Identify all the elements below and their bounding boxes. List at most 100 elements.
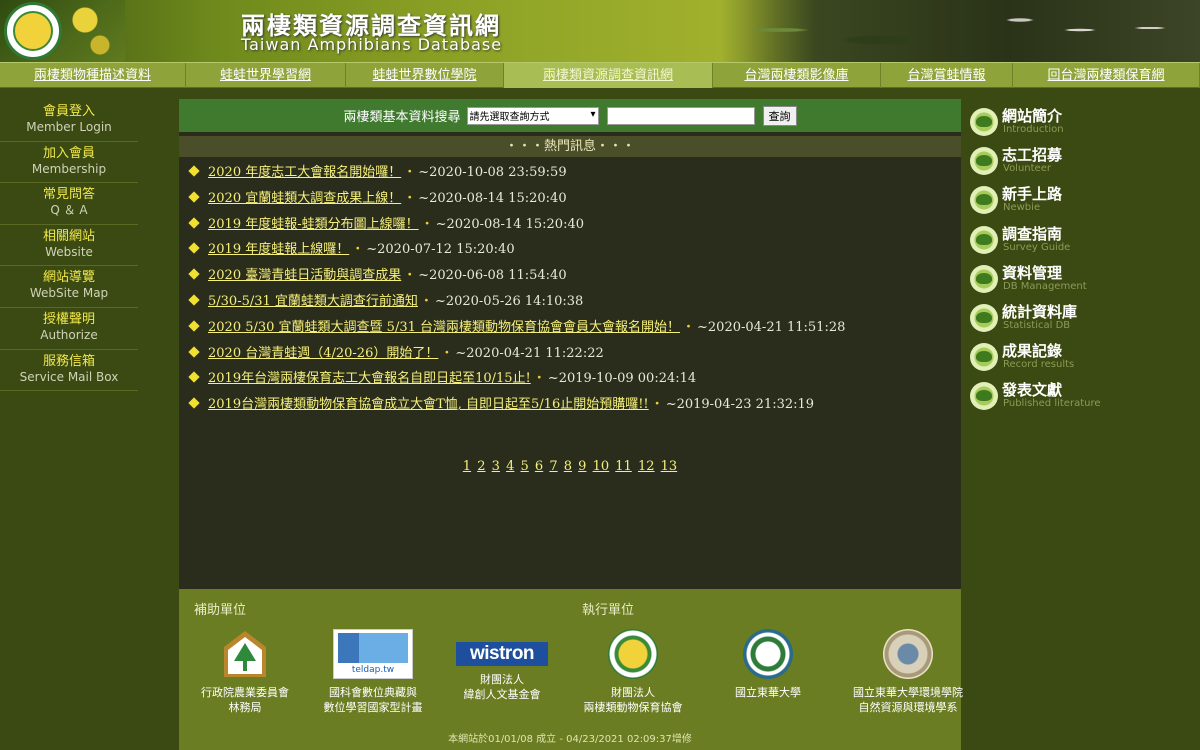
nav-link[interactable]: 蛙蛙世界學習網	[186, 63, 346, 88]
org-item[interactable]: 財團法人 兩棲類動物保育協會	[573, 629, 693, 715]
news-link[interactable]: 2019 年度蛙報上線囉！	[208, 242, 349, 257]
right-menu-item[interactable]: 資料管理 DB Management	[970, 262, 1170, 301]
news-date: ~2019-04-23 21:32:19	[665, 397, 815, 413]
right-menu-item[interactable]: 新手上路 Newbie	[970, 183, 1170, 222]
left-menu-item[interactable]: 網站導覽 WebSite Map	[0, 266, 138, 308]
ndhu-env-logo[interactable]	[883, 629, 933, 679]
teldap-logo[interactable]: teldap.tw	[333, 629, 413, 679]
news-link[interactable]: 2019台灣兩棲類動物保育協會成立大會T恤, 自即日起至5/16止開始預購囉!!	[208, 397, 649, 412]
page-link[interactable]: 13	[661, 459, 678, 474]
news-link[interactable]: 5/30-5/31 宜蘭蛙類大調查行前通知	[208, 294, 418, 309]
left-menu-item[interactable]: 會員登入 Member Login	[0, 100, 138, 142]
news-link[interactable]: 2019 年度蛙報-蛙類分布圖上線囉！	[208, 217, 419, 232]
left-menu-label: 會員登入	[42, 104, 95, 119]
org-name-line2: 自然資源與環境學系	[858, 701, 958, 714]
news-link[interactable]: 2019年台灣兩棲保育志工大會報名自即日起至10/15止!	[208, 371, 531, 386]
nav-link[interactable]: 回台灣兩棲類保育網	[1013, 63, 1200, 88]
org-name: 行政院農業委員會 林務局	[185, 685, 305, 715]
search-bar: 兩棲類基本資料搜尋 請先選取查詢方式 ▾ 查詢	[179, 99, 961, 132]
right-menu-item[interactable]: 志工招募 Volunteer	[970, 144, 1170, 183]
right-menu-label: 發表文獻	[1002, 381, 1063, 400]
nav-link[interactable]: 蛙蛙世界數位學院	[346, 63, 504, 88]
news-link[interactable]: 2020 臺灣青蛙日活動與調查成果	[208, 268, 401, 283]
forestry-bureau-logo[interactable]	[220, 629, 270, 679]
diamond-bullet-icon	[188, 294, 200, 306]
search-input[interactable]	[606, 106, 755, 125]
news-link[interactable]: 2020 年度志工大會報名開始囉！	[208, 165, 401, 180]
left-menu-item[interactable]: 授權聲明 Authorize	[0, 308, 138, 350]
right-menu-item[interactable]: 統計資料庫 Statistical DB	[970, 301, 1170, 340]
page-link[interactable]: 6	[535, 459, 543, 474]
page-link[interactable]: 7	[549, 459, 557, 474]
footer-note: 本網站於01/01/08 成立 - 04/23/2021 02:09:37增修	[448, 734, 692, 745]
page-link[interactable]: 11	[615, 459, 632, 474]
org-item[interactable]: teldap.tw 國科會數位典藏與 數位學習國家型計畫	[313, 629, 433, 715]
diamond-bullet-icon	[188, 371, 200, 384]
right-menu-item[interactable]: 調查指南 Survey Guide	[970, 223, 1170, 262]
left-menu-label: 常見問答	[42, 187, 95, 203]
site-subtitle: Taiwan Amphibians Database	[241, 35, 503, 54]
dot-separator: ・	[351, 242, 365, 258]
left-menu-item[interactable]: 相關網站 Website	[0, 225, 138, 267]
org-item[interactable]: wistron 財團法人 緯創人文基金會	[442, 629, 562, 702]
dot-separator: ・	[532, 371, 546, 387]
news-link[interactable]: 2020 宜蘭蛙類大調查成果上線！	[208, 191, 401, 206]
page-link[interactable]: 12	[638, 459, 655, 474]
right-menu-label: 統計資料庫	[1002, 302, 1078, 321]
page-link[interactable]: 9	[578, 459, 586, 474]
frog-icon	[970, 382, 998, 411]
dot-separator: ・	[403, 268, 417, 284]
org-name-line2: 緯創人文基金會	[463, 688, 541, 701]
left-menu-item[interactable]: 服務信箱 Service Mail Box	[0, 350, 138, 392]
page-link[interactable]: 3	[492, 459, 500, 474]
search-type-value: 請先選取查詢方式	[469, 112, 550, 123]
org-item[interactable]: 國立東華大學環境學院 自然資源與環境學系	[848, 629, 968, 715]
right-menu-item[interactable]: 成果記錄 Record results	[970, 340, 1170, 379]
nav-link[interactable]: 台灣兩棲類影像庫	[713, 63, 881, 88]
right-menu-sublabel: Newbie	[1003, 202, 1041, 214]
frog-icon	[970, 186, 998, 215]
search-button[interactable]: 查詢	[762, 105, 797, 126]
right-menu-item[interactable]: 網站簡介 Introduction	[970, 105, 1170, 144]
page-link[interactable]: 8	[564, 459, 572, 474]
news-date: ~2020-08-14 15:20:40	[418, 190, 567, 206]
page-link[interactable]: 5	[520, 459, 528, 474]
page-link[interactable]: 1	[463, 459, 471, 474]
right-menu-item[interactable]: 發表文獻 Published literature	[970, 379, 1170, 418]
org-item[interactable]: 國立東華大學	[708, 629, 828, 700]
page-link[interactable]: 4	[506, 459, 514, 474]
wistron-logo[interactable]: wistron	[456, 642, 548, 666]
footer: 補助單位 執行單位 行政院農業委員會 林務局 teldap.tw 國科會數位典藏與 數位…	[179, 589, 963, 750]
left-menu-label: 授權聲明	[42, 311, 95, 327]
org-name: 國立東華大學	[708, 685, 828, 700]
search-type-select[interactable]: 請先選取查詢方式 ▾	[466, 106, 599, 125]
nav-link[interactable]: 兩棲類資源調查資訊網	[504, 63, 713, 88]
left-menu-sublabel: Member Login	[26, 120, 112, 134]
news-date: ~2019-10-09 00:24:14	[547, 371, 697, 387]
hot-news-header: ・・・熱門訊息・・・	[179, 136, 961, 157]
left-menu-sublabel: Service Mail Box	[19, 369, 119, 384]
news-link[interactable]: 2020 台灣青蛙週（4/20-26）開始了！	[208, 346, 438, 361]
org-item[interactable]: 行政院農業委員會 林務局	[185, 629, 305, 715]
amphibian-association-logo[interactable]	[608, 629, 658, 679]
nav-link[interactable]: 台灣賞蛙情報	[881, 63, 1013, 88]
news-item: 2019 年度蛙報-蛙類分布圖上線囉！・ ~2020-08-14 15:20:40	[188, 214, 958, 240]
nav-link[interactable]: 兩棲類物種描述資料	[0, 63, 186, 88]
volunteer-logo[interactable]	[4, 2, 62, 60]
left-menu-item[interactable]: 加入會員 Membership	[0, 142, 138, 184]
diamond-bullet-icon	[188, 345, 200, 358]
right-sidebar: 網站簡介 Introduction 志工招募 Volunteer 新手上路 Newbie 調…	[970, 105, 1170, 419]
left-menu-label: 網站導覽	[42, 270, 95, 286]
news-link[interactable]: 2020 5/30 宜蘭蛙類大調查暨 5/31 台灣兩棲類動物保育協會會員大會報…	[208, 320, 680, 335]
news-item: 2019年台灣兩棲保育志工大會報名自即日起至10/15止! ・ ~2019-10-0…	[188, 368, 958, 394]
org-name-line1: 國立東華大學	[735, 686, 801, 699]
right-menu-sublabel: Survey Guide	[1003, 241, 1071, 253]
page-link[interactable]: 10	[593, 459, 610, 474]
page-link[interactable]: 2	[477, 459, 485, 474]
frog-icon	[970, 343, 998, 372]
left-menu-sublabel: Q ＆ A	[50, 203, 88, 218]
main-content: 兩棲類基本資料搜尋 請先選取查詢方式 ▾ 查詢 ・・・熱門訊息・・・ 2020 …	[179, 99, 963, 750]
left-menu-item[interactable]: 常見問答 Q ＆ A	[0, 183, 138, 225]
ndhu-logo[interactable]	[743, 629, 793, 679]
news-item: 2020 宜蘭蛙類大調查成果上線！・ ~2020-08-14 15:20:40	[188, 188, 958, 214]
